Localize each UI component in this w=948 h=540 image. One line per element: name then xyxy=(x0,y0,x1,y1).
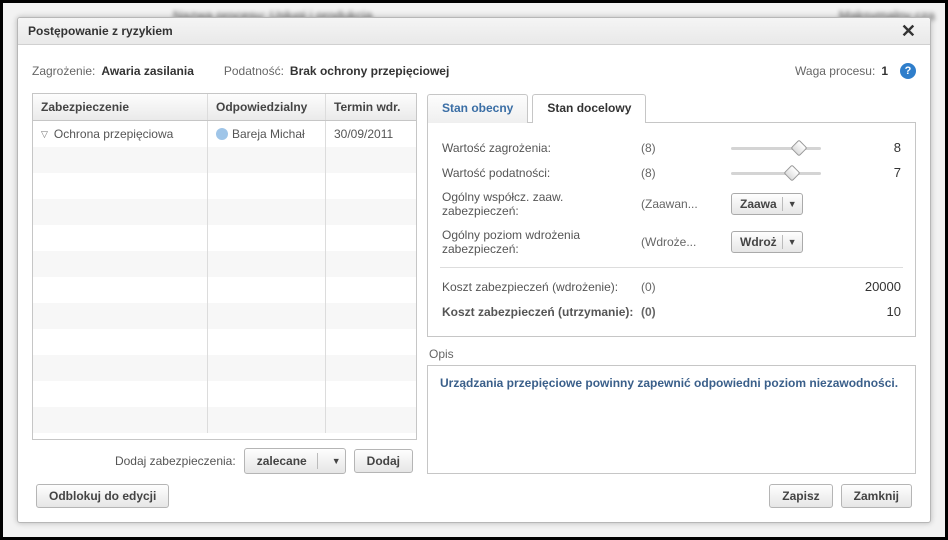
table-row xyxy=(33,251,416,277)
close-icon[interactable]: ✕ xyxy=(897,24,920,38)
app-backdrop: Nazwa procesu: Usługi i produkcja Maksym… xyxy=(0,0,948,540)
cell-safeguard: Ochrona przepięciowa xyxy=(54,127,173,141)
table-row xyxy=(33,225,416,251)
weight-label: Waga procesu: xyxy=(795,64,875,78)
content-area: Zabezpieczenie Odpowiedzialny Termin wdr… xyxy=(32,93,916,474)
table-row xyxy=(33,407,416,433)
recommended-dropdown[interactable]: zalecane ▼ xyxy=(244,448,346,474)
vuln-slider-value: 7 xyxy=(851,165,901,180)
cost-impl-value: 20000 xyxy=(851,279,901,294)
row-vuln-value: Wartość podatności: (8) 7 xyxy=(442,160,901,185)
risk-dialog: Postępowanie z ryzykiem ✕ Zagrożenie: Aw… xyxy=(17,17,931,523)
right-column: Stan obecny Stan docelowy Wartość zagroż… xyxy=(427,93,916,474)
table-row xyxy=(33,199,416,225)
add-safeguard-row: Dodaj zabezpieczenia: zalecane ▼ Dodaj xyxy=(32,440,417,474)
table-row xyxy=(33,173,416,199)
cost-maint-value: 10 xyxy=(851,304,901,319)
add-button[interactable]: Dodaj xyxy=(354,449,413,473)
context-header: Zagrożenie: Awaria zasilania Podatność: … xyxy=(32,63,916,79)
advancement-dropdown[interactable]: Zaawa▼ xyxy=(731,193,803,215)
cell-responsible: Bareja Michał xyxy=(232,127,305,141)
tab-current-state[interactable]: Stan obecny xyxy=(427,94,528,123)
tab-target-state[interactable]: Stan docelowy xyxy=(532,94,646,123)
col-deadline[interactable]: Termin wdr. xyxy=(326,94,416,120)
row-threat-value: Wartość zagrożenia: (8) 8 xyxy=(442,135,901,160)
caret-down-icon: ▼ xyxy=(788,199,797,209)
row-cost-impl: Koszt zabezpieczeń (wdrożenie): (0) 2000… xyxy=(442,274,901,299)
row-cost-maint: Koszt zabezpieczeń (utrzymanie): (0) 10 xyxy=(442,299,901,324)
vuln-slider[interactable] xyxy=(731,166,821,180)
dialog-footer: Odblokuj do edycji Zapisz Zamknij xyxy=(32,474,916,512)
description-textarea[interactable]: Urządzania przepięciowe powinny zapewnić… xyxy=(427,365,916,474)
weight-value: 1 xyxy=(881,64,888,78)
dialog-title: Postępowanie z ryzykiem xyxy=(28,24,173,38)
save-button[interactable]: Zapisz xyxy=(769,484,832,508)
left-column: Zabezpieczenie Odpowiedzialny Termin wdr… xyxy=(32,93,417,474)
threat-label: Zagrożenie: xyxy=(32,64,95,78)
recommended-dropdown-label: zalecane xyxy=(257,454,307,468)
cell-deadline: 30/09/2011 xyxy=(334,127,393,141)
caret-down-icon: ▼ xyxy=(332,456,341,466)
state-tabs: Stan obecny Stan docelowy xyxy=(427,94,916,123)
table-row xyxy=(33,303,416,329)
table-row xyxy=(33,381,416,407)
row-adv-coeff: Ogólny współcz. zaaw. zabezpieczeń: (Zaa… xyxy=(442,185,901,223)
table-row xyxy=(33,355,416,381)
unlock-edit-button[interactable]: Odblokuj do edycji xyxy=(36,484,169,508)
threat-slider-value: 8 xyxy=(851,140,901,155)
person-icon xyxy=(216,128,228,140)
col-responsible[interactable]: Odpowiedzialny xyxy=(208,94,326,120)
description-text: Urządzania przepięciowe powinny zapewnić… xyxy=(440,376,898,390)
target-state-panel: Wartość zagrożenia: (8) 8 Wartość podatn… xyxy=(427,122,916,337)
vuln-value: Brak ochrony przepięciowej xyxy=(290,64,449,78)
add-label: Dodaj zabezpieczenia: xyxy=(115,454,236,468)
row-impl-level: Ogólny poziom wdrożenia zabezpieczeń: (W… xyxy=(442,223,901,261)
vuln-label: Podatność: xyxy=(224,64,284,78)
close-button[interactable]: Zamknij xyxy=(841,484,912,508)
table-row xyxy=(33,147,416,173)
col-safeguard[interactable]: Zabezpieczenie xyxy=(33,94,208,120)
table-row[interactable]: ▽ Ochrona przepięciowa Bareja Michał 30/0… xyxy=(33,121,416,147)
caret-down-icon: ▼ xyxy=(788,237,797,247)
threat-slider[interactable] xyxy=(731,141,821,155)
implementation-dropdown[interactable]: Wdroż▼ xyxy=(731,231,803,253)
dialog-body: Zagrożenie: Awaria zasilania Podatność: … xyxy=(18,45,930,522)
grid-body: ▽ Ochrona przepięciowa Bareja Michał 30/0… xyxy=(33,121,416,436)
table-row xyxy=(33,329,416,355)
threat-value: Awaria zasilania xyxy=(101,64,194,78)
help-icon[interactable]: ? xyxy=(900,63,916,79)
dialog-titlebar: Postępowanie z ryzykiem ✕ xyxy=(18,18,930,45)
safeguards-grid: Zabezpieczenie Odpowiedzialny Termin wdr… xyxy=(32,93,417,440)
grid-header: Zabezpieczenie Odpowiedzialny Termin wdr… xyxy=(33,94,416,121)
expand-icon[interactable]: ▽ xyxy=(41,129,48,140)
table-row xyxy=(33,277,416,303)
description-label: Opis xyxy=(429,347,916,361)
